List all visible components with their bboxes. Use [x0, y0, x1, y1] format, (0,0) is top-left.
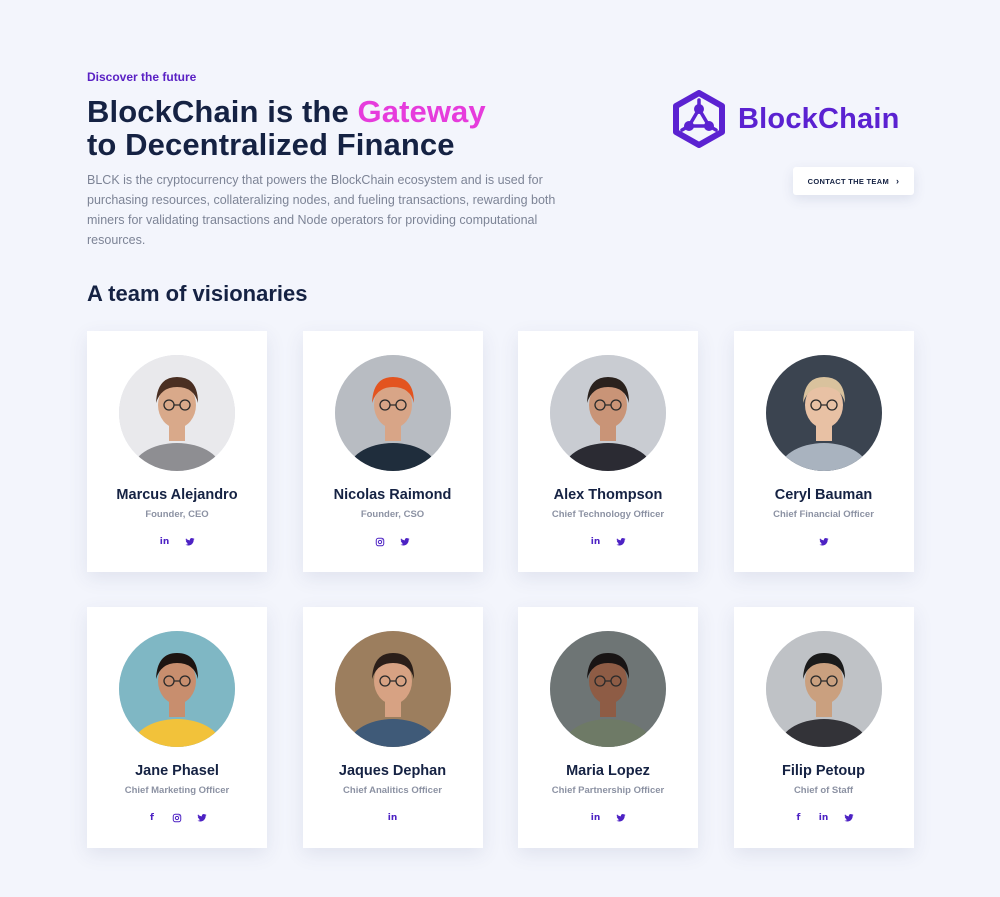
member-name: Alex Thompson — [553, 487, 663, 503]
headline-accent: Gateway — [357, 94, 486, 129]
team-member-card: Jane Phasel Chief Marketing Officer f — [87, 607, 267, 848]
avatar — [119, 355, 235, 471]
member-name: Jane Phasel — [135, 763, 219, 779]
team-grid: Marcus Alejandro Founder, CEO in Nicolas Ra… — [87, 331, 914, 848]
twitter-icon[interactable] — [818, 534, 829, 550]
social-links: in — [518, 810, 698, 826]
hero-description: BLCK is the cryptocurrency that powers t… — [87, 173, 556, 247]
avatar — [334, 631, 451, 747]
member-role: Chief of Staff — [793, 785, 854, 796]
member-name: Ceryl Bauman — [774, 487, 873, 503]
linkedin-icon[interactable]: in — [591, 810, 601, 826]
brand-logo[interactable]: BlockChain — [672, 90, 900, 148]
contact-button-label: CONTACT THE TEAM — [807, 176, 889, 186]
team-member-card: Alex Thompson Chief Technology Officer in — [518, 331, 698, 572]
social-links: f in — [734, 810, 914, 826]
instagram-icon[interactable] — [172, 810, 182, 826]
social-links — [734, 534, 914, 550]
avatar — [765, 631, 882, 747]
member-role: Chief Marketing Officer — [124, 785, 230, 796]
member-role: Chief Partnership Officer — [551, 785, 665, 796]
linkedin-icon[interactable]: in — [819, 810, 829, 826]
social-links: in — [303, 810, 483, 826]
member-name: Marcus Alejandro — [116, 487, 238, 503]
team-member-card: Maria Lopez Chief Partnership Officer in — [518, 607, 698, 848]
social-links — [303, 534, 483, 550]
linkedin-icon[interactable]: in — [160, 534, 170, 550]
hero-headline: BlockChain is the Gateway to Decentraliz… — [87, 95, 647, 161]
social-links: f — [87, 810, 267, 826]
instagram-icon[interactable] — [375, 534, 385, 550]
chevron-right-icon: › — [896, 176, 900, 186]
twitter-icon[interactable] — [843, 810, 854, 826]
member-role: Chief Analitics Officer — [343, 785, 442, 796]
facebook-icon[interactable]: f — [794, 810, 804, 826]
brand-name: BlockChain — [738, 102, 900, 135]
twitter-icon[interactable] — [615, 534, 626, 550]
member-name: Maria Lopez — [566, 763, 650, 779]
avatar — [334, 355, 451, 471]
team-member-card: Ceryl Bauman Chief Financial Officer — [733, 331, 914, 572]
linkedin-icon[interactable]: in — [591, 534, 601, 550]
eyebrow-label: Discover the future — [87, 70, 197, 84]
member-name: Jaques Dephan — [338, 763, 447, 779]
member-role: Chief Financial Officer — [773, 509, 874, 520]
facebook-icon[interactable]: f — [147, 810, 157, 826]
avatar — [765, 355, 882, 471]
member-name: Filip Petoup — [782, 763, 865, 779]
social-links: in — [87, 534, 267, 550]
twitter-icon[interactable] — [197, 810, 207, 826]
member-role: Founder, CSO — [360, 509, 425, 520]
team-member-card: Nicolas Raimond Founder, CSO — [302, 331, 483, 572]
member-name: Nicolas Raimond — [333, 487, 452, 503]
headline-line-2: to Decentralized Finance — [87, 127, 455, 162]
linkedin-icon[interactable]: in — [388, 810, 398, 826]
headline-prefix: BlockChain is the — [87, 94, 358, 129]
hexagon-network-icon — [673, 90, 725, 148]
twitter-icon[interactable] — [615, 810, 626, 826]
team-member-card: Marcus Alejandro Founder, CEO in — [87, 331, 267, 572]
contact-the-team-button[interactable]: CONTACT THE TEAM › — [793, 167, 914, 195]
team-section-title: A team of visionaries — [87, 281, 308, 306]
twitter-icon[interactable] — [400, 534, 410, 550]
member-role: Founder, CEO — [145, 509, 209, 520]
member-role: Chief Technology Officer — [551, 509, 665, 520]
team-member-card: Jaques Dephan Chief Analitics Officer in — [302, 607, 483, 848]
avatar — [550, 355, 666, 471]
avatar — [550, 631, 666, 747]
social-links: in — [518, 534, 698, 550]
team-member-card: Filip Petoup Chief of Staff f in — [733, 607, 914, 848]
twitter-icon[interactable] — [184, 534, 195, 550]
avatar — [119, 631, 235, 747]
